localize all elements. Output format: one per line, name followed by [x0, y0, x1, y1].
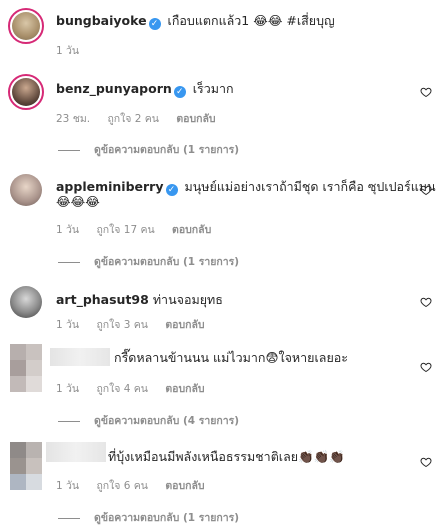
comment-text: กรี๊ดหลานข้านนน แม่ไวมาก😨ใจหายเลยอะ	[114, 350, 348, 365]
like-heart-icon[interactable]	[420, 296, 432, 308]
comment-avatar[interactable]	[10, 344, 42, 392]
like-heart-icon[interactable]	[420, 184, 432, 196]
reply-button[interactable]: ตอบกลับ	[165, 383, 204, 395]
like-heart-icon[interactable]	[420, 456, 432, 468]
verified-icon: ✓	[165, 184, 178, 196]
comment-text-continued: 😂😂😂	[56, 194, 100, 209]
comment-likes[interactable]: ถูกใจ 17 คน	[96, 224, 154, 236]
like-heart-icon[interactable]	[420, 86, 432, 98]
post-caption: bungbaiyoke ✓ เกือบแตกแล้ว1 😂😂 #เสี่ยบุญ	[56, 12, 335, 30]
comment-username[interactable]: appleminiberry	[56, 179, 164, 194]
blurred-username	[46, 442, 106, 462]
comment-text: appleminiberry ✓ มนุษย์แม่อย่างเราถ้ามีชุ…	[56, 179, 436, 196]
comment-avatar[interactable]	[10, 442, 42, 490]
view-replies-button[interactable]: ดูข้อความตอบกลับ (1 รายการ)	[58, 509, 239, 526]
comment-likes[interactable]: ถูกใจ 6 คน	[96, 480, 148, 492]
view-replies-button[interactable]: ดูข้อความตอบกลับ (1 รายการ)	[58, 253, 239, 270]
verified-icon: ✓	[148, 18, 161, 30]
comment-meta: 1 วัน ถูกใจ 3 คน ตอบกลับ	[56, 319, 205, 331]
comment-meta: 1 วัน ถูกใจ 17 คน ตอบกลับ	[56, 224, 212, 236]
verified-icon: ✓	[173, 86, 186, 98]
reply-button[interactable]: ตอบกลับ	[172, 224, 211, 236]
comment-likes[interactable]: ถูกใจ 3 คน	[96, 319, 148, 331]
comment-avatar[interactable]	[10, 286, 42, 318]
comment-username[interactable]: art_phasut98	[56, 292, 149, 307]
comment-text: benz_punyaporn ✓ เร็วมาก	[56, 81, 234, 98]
comment-meta: 1 วัน ถูกใจ 4 คน ตอบกลับ	[56, 383, 205, 395]
comment-meta: 23 ชม. ถูกใจ 2 คน ตอบกลับ	[56, 113, 216, 125]
comment-text: art_phasut98 ท่านจอมยุทธ	[56, 292, 223, 307]
comment-likes[interactable]: ถูกใจ 2 คน	[107, 113, 159, 125]
comment-avatar[interactable]	[8, 74, 44, 110]
post-time: 1 วัน	[56, 45, 80, 57]
comment-text: ที่บุ้งเหมือนมีพลังเหนือธรรมชาติเลย👏🏿👏🏿👏…	[108, 449, 345, 464]
comment-username[interactable]: benz_punyaporn	[56, 81, 172, 96]
view-replies-button[interactable]: ดูข้อความตอบกลับ (1 รายการ)	[58, 141, 239, 158]
reply-button[interactable]: ตอบกลับ	[165, 480, 204, 492]
comment-likes[interactable]: ถูกใจ 4 คน	[96, 383, 148, 395]
reply-button[interactable]: ตอบกลับ	[176, 113, 215, 125]
blurred-username	[50, 348, 110, 366]
reply-button[interactable]: ตอบกลับ	[165, 319, 204, 331]
post-caption-text: เกือบแตกแล้ว1 😂😂 #เสี่ยบุญ	[167, 13, 335, 28]
like-heart-icon[interactable]	[420, 361, 432, 373]
post-author-avatar[interactable]	[8, 8, 44, 44]
comment-avatar[interactable]	[10, 174, 42, 206]
post-author-username[interactable]: bungbaiyoke	[56, 13, 147, 28]
comment-meta: 1 วัน ถูกใจ 6 คน ตอบกลับ	[56, 480, 205, 492]
view-replies-button[interactable]: ดูข้อความตอบกลับ (4 รายการ)	[58, 412, 239, 429]
